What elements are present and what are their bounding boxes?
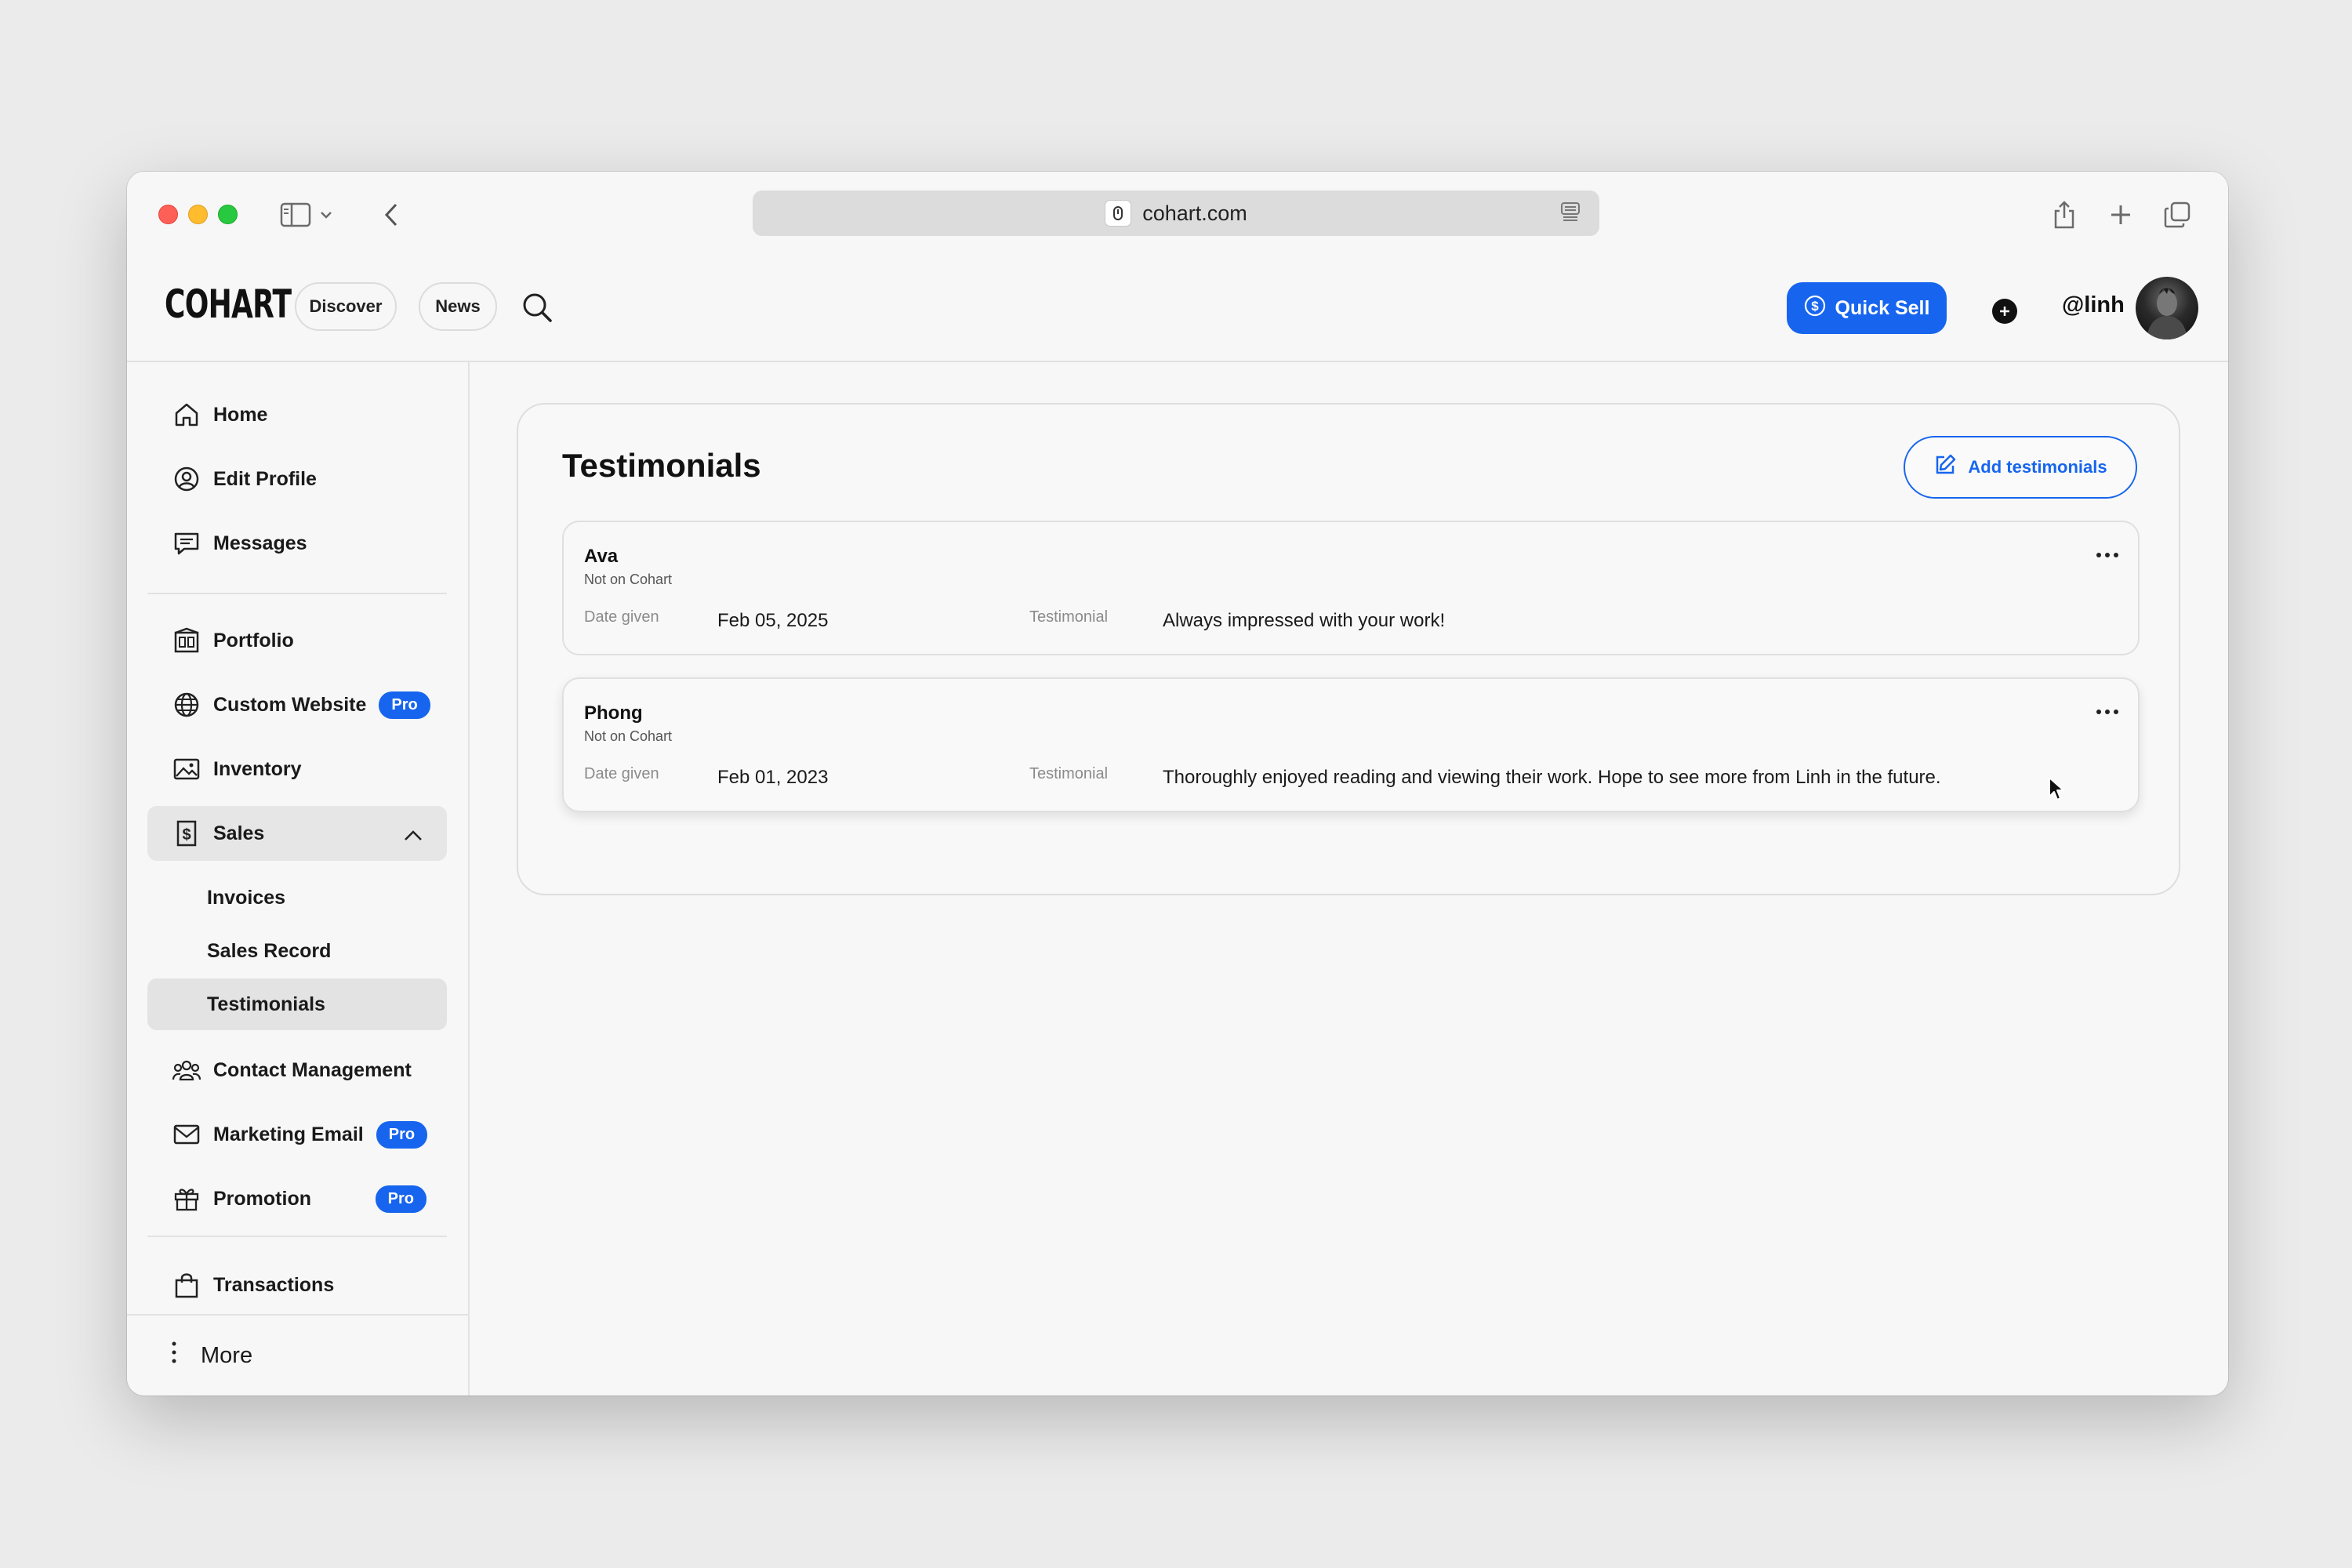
minimize-window-button[interactable]: [188, 205, 208, 224]
sidebar-toggle-icon[interactable]: [276, 195, 315, 234]
sidebar-item-home[interactable]: Home: [147, 387, 447, 442]
browser-window: cohart.com COHART Discover News $ Quick …: [127, 172, 2228, 1396]
sidebar-subitem-invoices[interactable]: Invoices: [147, 872, 447, 924]
sidebar-item-sales[interactable]: $ Sales: [147, 806, 447, 861]
pro-badge: Pro: [376, 1120, 428, 1149]
bag-icon: [171, 1269, 202, 1301]
nav-discover[interactable]: Discover: [295, 282, 397, 331]
sidebar-item-label: Marketing Email: [213, 1123, 364, 1145]
sidebar-item-custom-website[interactable]: Custom Website Pro: [147, 677, 447, 732]
site-settings-icon[interactable]: [1105, 200, 1132, 227]
testimonial-card[interactable]: Ava Not on Cohart Date given Feb 05, 202…: [562, 521, 2140, 655]
image-icon: [171, 753, 202, 785]
sidebar-divider: [147, 1236, 447, 1237]
gift-icon: [171, 1183, 202, 1214]
more-options-icon[interactable]: [2096, 538, 2119, 564]
chevron-down-icon[interactable]: [317, 195, 336, 234]
sidebar-item-promotion[interactable]: Promotion Pro: [147, 1171, 447, 1226]
sidebar-item-label: Contact Management: [213, 1058, 412, 1081]
close-window-button[interactable]: [158, 205, 178, 224]
sidebar-item-marketing-email[interactable]: Marketing Email Pro: [147, 1107, 447, 1162]
chevron-up-icon[interactable]: [403, 826, 423, 848]
username-label[interactable]: @linh: [2062, 292, 2125, 318]
sidebar-item-edit-profile[interactable]: Edit Profile: [147, 452, 447, 506]
pro-badge: Pro: [375, 1185, 426, 1213]
dollar-doc-icon: $: [171, 818, 202, 849]
sidebar-item-label: Portfolio: [213, 629, 294, 652]
sidebar-item-portfolio[interactable]: Portfolio: [147, 613, 447, 668]
new-tab-icon[interactable]: [2101, 195, 2140, 234]
avatar[interactable]: [2136, 277, 2198, 339]
sidebar-item-label: Custom Website: [213, 693, 367, 716]
sidebar-item-label: Sales: [213, 822, 265, 844]
people-icon: [171, 1054, 202, 1086]
testimonial-name: Phong: [584, 702, 643, 724]
sidebar-item-label: Inventory: [213, 757, 302, 780]
more-label: More: [201, 1342, 253, 1368]
reader-icon[interactable]: [1559, 200, 1582, 229]
date-given-value: Feb 05, 2025: [717, 610, 829, 631]
sidebar-item-transactions[interactable]: Transactions: [147, 1258, 447, 1312]
sidebar-item-label: Transactions: [213, 1273, 335, 1296]
testimonial-text: Thoroughly enjoyed reading and viewing t…: [1163, 767, 1941, 788]
cohart-logo[interactable]: COHART: [165, 281, 292, 327]
browser-titlebar: cohart.com: [127, 172, 2228, 255]
sidebar-subitem-sales-record[interactable]: Sales Record: [147, 925, 447, 977]
sidebar-item-label: Promotion: [213, 1187, 311, 1210]
gallery-icon: [171, 625, 202, 656]
svg-text:$: $: [182, 826, 191, 844]
sidebar-subitem-testimonials[interactable]: Testimonials: [147, 978, 447, 1030]
date-given-label: Date given: [584, 608, 659, 626]
sidebar-item-label: Home: [213, 403, 268, 426]
sidebar-item-inventory[interactable]: Inventory: [147, 742, 447, 797]
address-bar[interactable]: cohart.com: [753, 191, 1599, 236]
share-icon[interactable]: [2045, 195, 2084, 234]
testimonial-status: Not on Cohart: [584, 728, 673, 744]
mail-icon: [171, 1119, 202, 1150]
home-icon: [171, 399, 202, 430]
sidebar-item-contact-management[interactable]: Contact Management: [147, 1043, 447, 1098]
edit-icon: [1933, 453, 1957, 481]
nav-news[interactable]: News: [419, 282, 497, 331]
sidebar-more[interactable]: More: [127, 1314, 468, 1396]
quick-sell-label: Quick Sell: [1835, 296, 1930, 319]
globe-icon: [171, 689, 202, 720]
mouse-cursor-icon: [2048, 776, 2067, 807]
testimonials-panel: Testimonials Add testimonials Ava Not on…: [517, 403, 2180, 895]
quick-sell-button[interactable]: $ Quick Sell: [1787, 282, 1947, 334]
testimonial-label: Testimonial: [1029, 765, 1109, 782]
search-icon[interactable]: [521, 291, 554, 328]
chat-icon: [171, 528, 202, 559]
testimonial-status: Not on Cohart: [584, 572, 673, 587]
testimonial-card[interactable]: Phong Not on Cohart Date given Feb 01, 2…: [562, 677, 2140, 812]
dollar-circle-icon: $: [1804, 295, 1826, 322]
sidebar-item-messages[interactable]: Messages: [147, 516, 447, 571]
tab-overview-icon[interactable]: [2158, 195, 2197, 234]
create-plus-icon[interactable]: [1992, 299, 2017, 324]
vertical-dots-icon: [171, 1341, 177, 1370]
date-given-value: Feb 01, 2023: [717, 767, 829, 788]
date-given-label: Date given: [584, 765, 659, 782]
user-circle-icon: [171, 463, 202, 495]
testimonial-text: Always impressed with your work!: [1163, 610, 1446, 631]
app-header: COHART Discover News $ Quick Sell @linh: [127, 255, 2228, 362]
testimonial-label: Testimonial: [1029, 608, 1109, 626]
sidebar-item-label: Edit Profile: [213, 467, 317, 490]
zoom-window-button[interactable]: [218, 205, 238, 224]
page-title: Testimonials: [562, 447, 761, 484]
more-options-icon[interactable]: [2096, 695, 2119, 721]
back-arrow-icon[interactable]: [372, 195, 411, 234]
testimonial-name: Ava: [584, 546, 619, 567]
add-testimonials-label: Add testimonials: [1968, 457, 2107, 477]
pro-badge: Pro: [379, 691, 430, 719]
add-testimonials-button[interactable]: Add testimonials: [1904, 436, 2137, 499]
address-url: cohart.com: [1142, 201, 1247, 225]
sidebar-divider: [147, 593, 447, 594]
sidebar: Home Edit Profile Messages Portfolio Cus…: [127, 362, 470, 1396]
svg-text:$: $: [1811, 299, 1819, 314]
sidebar-item-label: Messages: [213, 532, 307, 554]
